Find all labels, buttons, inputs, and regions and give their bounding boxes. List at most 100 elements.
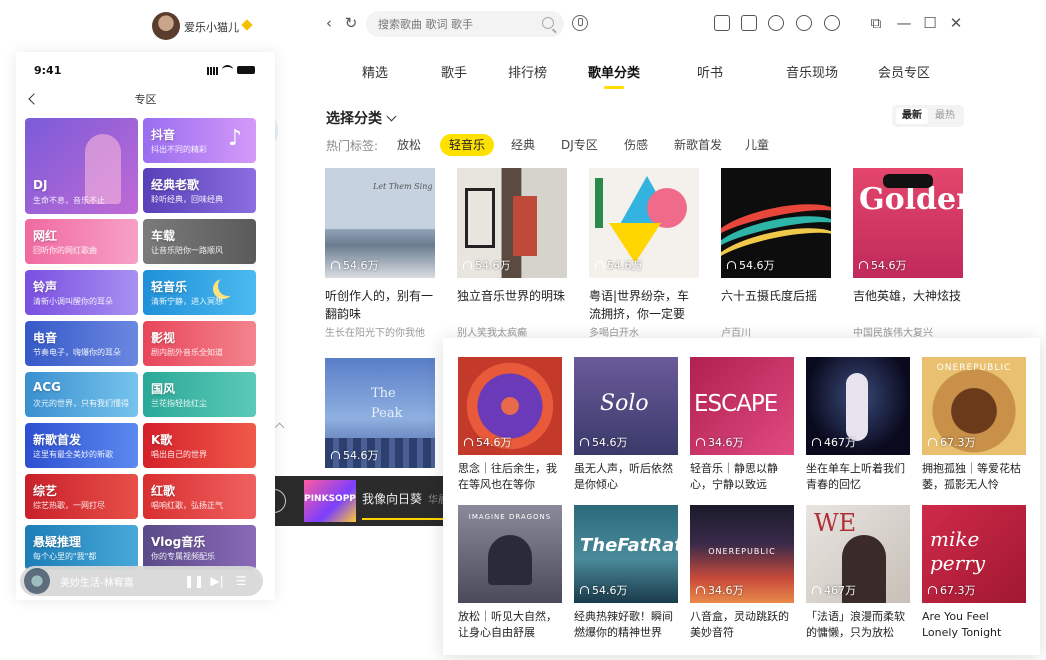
next-icon[interactable]: ▶| [210,573,224,589]
shirt-icon[interactable] [741,15,757,31]
maximize-icon[interactable]: ☐ [922,14,938,32]
playlist-card[interactable]: 54.6万 粤语|世界纷杂，车流拥挤，你一定要找... 多喝白开水 [589,168,699,339]
playlist-card[interactable]: 467万 坐在单车上听着我们青春的回忆 [806,357,910,493]
username[interactable]: 爱乐小猫儿 [184,19,239,35]
cover-art [488,535,532,585]
skin-icon[interactable] [714,15,730,31]
playlist-card[interactable]: Solo 54.6万 虽无人声，听后依然是你倾心 [574,357,678,493]
progress-bar[interactable] [362,518,444,520]
tag-dj[interactable]: DJ专区 [552,134,607,156]
tag-new-release[interactable]: 新歌首发 [665,134,731,156]
playlist-title[interactable]: 思念｜往后余生，我在等风也在等你 [458,461,562,493]
mini-player[interactable]: 美妙生活-林宥嘉 ❚❚ ▶| ☰ [20,566,263,596]
now-playing-cover[interactable]: PINKSOPP [304,480,356,522]
playlist-title[interactable]: 听创作人的，别有一翻韵味 [325,287,435,323]
headphone-icon[interactable] [768,15,784,31]
voice-search-icon[interactable] [572,15,588,31]
playlist-card[interactable]: 54.6万 思念｜往后余生，我在等风也在等你 [458,357,562,493]
playlist-card[interactable]: ONEREPUBLIC 67.3万 拥抱孤独｜等爱花枯萎，孤影无人怜 [922,357,1026,493]
mini-player-cover[interactable] [24,568,50,594]
tag-light-music[interactable]: 轻音乐 [440,134,495,156]
playlist-card[interactable]: Let Them Sing 54.6万 听创作人的，别有一翻韵味 生长在阳光下的… [325,168,435,339]
zone-tile-mystery[interactable]: 悬疑推理 每个心里的"我"都 [25,525,138,570]
search-box[interactable] [366,11,564,37]
playlist-title[interactable]: 六十五摄氏度后摇 [721,287,831,323]
playlist-card[interactable]: IMAGINE DRAGONS 放松｜听见大自然，让身心自由舒展 [458,505,562,641]
refresh-icon[interactable]: ↻ [342,14,360,32]
tab-charts[interactable]: 排行榜 [508,62,547,81]
zone-tile-light-music[interactable]: 轻音乐 清新宁静，进入冥想 [143,270,256,315]
tab-vip-zone[interactable]: 会员专区 [878,62,930,81]
zone-tile-karaoke[interactable]: K歌 唱出自己的世界 [143,423,256,468]
zone-tile-vlog[interactable]: Vlog音乐 你的专属视频配乐 [143,525,256,570]
play-count-value: 34.6万 [708,584,744,597]
tab-live-music[interactable]: 音乐现场 [786,62,838,81]
playlist-creator[interactable]: 生长在阳光下的你我他 [325,324,435,339]
close-icon[interactable]: ✕ [948,14,964,32]
playlist-title[interactable]: 放松｜听见大自然，让身心自由舒展 [458,609,562,641]
playlist-title[interactable]: 「法语」浪漫而柔软的慵懒，只为放松 [806,609,910,641]
playlist-title[interactable]: 坐在单车上听着我们青春的回忆 [806,461,910,493]
search-icon[interactable] [542,17,554,29]
tile-name: 电音 [33,331,58,345]
minimize-icon[interactable]: — [896,14,912,32]
zone-tile-ringtone[interactable]: 铃声 清新小调叫醒你的耳朵 [25,270,138,315]
playlist-card[interactable]: mike perry 67.3万 Are You Feel Lonely Ton… [922,505,1026,641]
sort-hottest[interactable]: 最热 [929,108,961,124]
zone-tile-guofeng[interactable]: 国风 兰花指轻捻红尘 [143,372,256,417]
tab-audiobooks[interactable]: 听书 [697,62,723,81]
sort-newest[interactable]: 最新 [896,108,928,124]
playlist-card[interactable]: The Peak 54.6万 [325,358,435,468]
playlist-title[interactable]: 虽无人声，听后依然是你倾心 [574,461,678,493]
mini-mode-icon[interactable]: ⧉ [868,14,884,32]
settings-icon[interactable] [824,15,840,31]
playlist-title[interactable]: 吉他英雄，大神炫技 [853,287,963,323]
playlist-card[interactable]: Golden 54.6万 吉他英雄，大神炫技 中国民族伟大复兴 [853,168,963,339]
avatar[interactable] [152,12,180,40]
playlist-title[interactable]: 轻音乐｜静思以静心，宁静以致远 [690,461,794,493]
category-selector[interactable]: 选择分类 [326,108,397,128]
playlist-card[interactable]: WE 467万 「法语」浪漫而柔软的慵懒，只为放松 [806,505,910,641]
playlist-creator[interactable]: 中国民族伟大复兴 [853,324,963,339]
playlist-card[interactable]: ESCAPE 34.6万 轻音乐｜静思以静心，宁静以致远 [690,357,794,493]
playlist-card[interactable]: 54.6万 独立音乐世界的明珠 别人笑我太疯癫 [457,168,567,339]
playlist-creator[interactable]: 别人笑我太疯癫 [457,324,567,339]
user-profile[interactable]: 爱乐小猫儿 [138,0,278,52]
zone-tile-acg[interactable]: ACG 次元的世界，只有我们懂得 [25,372,138,417]
playlist-creator[interactable]: 多喝白开水 [589,324,699,339]
zone-tile-film[interactable]: 影视 剧内剧外音乐全知道 [143,321,256,366]
back-arrow-icon[interactable]: ‹ [320,14,338,32]
playlist-icon[interactable]: ☰ [234,573,248,589]
chevron-up-icon[interactable] [274,422,285,433]
playlist-title[interactable]: 粤语|世界纷杂，车流拥挤，你一定要找... [589,287,699,323]
tab-playlist-categories[interactable]: 歌单分类 [588,62,640,89]
now-playing-title[interactable]: 我像向日葵 华晨 [362,490,444,507]
zone-tile-new-release[interactable]: 新歌首发 这里有最全美妙的新歌 [25,423,138,468]
zone-tile-classic-oldies[interactable]: 经典老歌 聆听经典，回味经典 [143,168,256,213]
zone-tile-variety[interactable]: 综艺 综艺热歌，一网打尽 [25,474,138,519]
zone-tile-red-songs[interactable]: 红歌 唱响红歌，弘扬正气 [143,474,256,519]
zone-tile-electronic[interactable]: 电音 节奏电子，嗨爆你的耳朵 [25,321,138,366]
playlist-title[interactable]: 拥抱孤独｜等爱花枯萎，孤影无人怜 [922,461,1026,493]
search-input[interactable] [366,11,526,37]
game-icon[interactable] [796,15,812,31]
playlist-title[interactable]: Are You Feel Lonely Tonight [922,609,1026,641]
tag-kids[interactable]: 儿童 [736,134,778,156]
tag-relax[interactable]: 放松 [388,134,430,156]
playlist-title[interactable]: 独立音乐世界的明珠 [457,287,567,323]
playlist-card[interactable]: ONEREPUBLIC 34.6万 八音盒，灵动跳跃的美妙音符 [690,505,794,641]
playlist-creator[interactable]: 卢百川 [721,324,831,339]
tag-sad[interactable]: 伤感 [615,134,657,156]
tab-singers[interactable]: 歌手 [441,62,467,81]
playlist-card[interactable]: TheFatRat 54.6万 经典热辣好歌！瞬间燃爆你的精神世界 [574,505,678,641]
tag-classic[interactable]: 经典 [502,134,544,156]
zone-tile-influencer[interactable]: 网红 回听你的网红歌曲 [25,219,138,264]
zone-tile-douyin[interactable]: ♪ 抖音 抖出不同的精彩 [143,118,256,163]
playlist-card[interactable]: 54.6万 六十五摄氏度后摇 卢百川 [721,168,831,339]
playlist-title[interactable]: 经典热辣好歌！瞬间燃爆你的精神世界 [574,609,678,641]
zone-tile-car[interactable]: 车载 让音乐陪你一路顺风 [143,219,256,264]
tab-featured[interactable]: 精选 [362,62,388,81]
zone-tile-dj[interactable]: DJ 生命不息，音乐不止 [25,118,138,214]
playlist-title[interactable]: 八音盒，灵动跳跃的美妙音符 [690,609,794,641]
pause-icon[interactable]: ❚❚ [184,573,204,589]
